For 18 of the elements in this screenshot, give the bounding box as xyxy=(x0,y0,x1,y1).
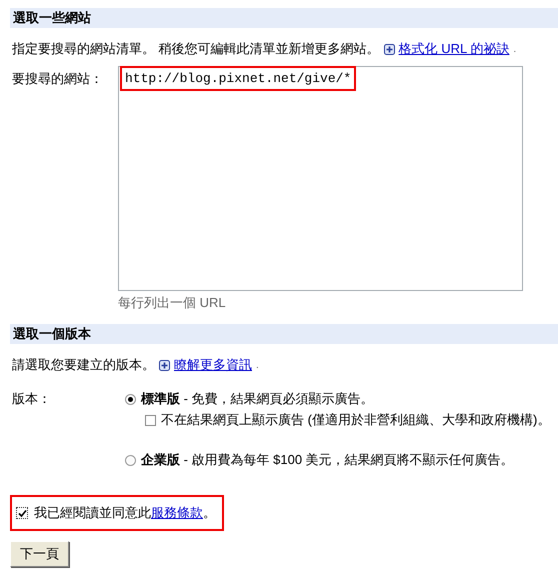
section-header: 選取一些網站 xyxy=(10,8,558,28)
edition-option-text: 企業版 - 啟用費為每年 $100 美元，結果網頁將不顯示任何廣告。 xyxy=(141,451,514,469)
edition-label: 版本： xyxy=(11,390,52,408)
tips-link[interactable]: 格式化 URL 的祕訣 xyxy=(398,40,510,58)
field-label: 要搜尋的網站： xyxy=(11,70,104,88)
hint-text: 每行列出一個 URL xyxy=(118,294,227,312)
learn-more-link[interactable]: 瞭解更多資訊 xyxy=(174,356,252,374)
terms-text: 我已經閱讀並同意此服務條款。 xyxy=(34,504,216,522)
section-header: 選取一個版本 xyxy=(10,324,558,344)
terms-link[interactable]: 服務條款 xyxy=(151,505,203,520)
checkbox-label: 不在結果網頁上顯示廣告 (僅適用於非營利組織、大學和政府機構)。 xyxy=(161,411,550,429)
edition-option-text: 標準版 - 免費，結果網頁必須顯示廣告。 xyxy=(141,390,374,408)
next-page-button[interactable]: 下一頁 xyxy=(10,541,69,567)
sites-textarea[interactable]: http://blog.pixnet.net/give/* xyxy=(118,66,523,291)
period-text: . xyxy=(256,360,259,370)
description-text: 請選取您要建立的版本。 xyxy=(12,356,155,374)
period-text: . xyxy=(513,44,516,54)
description-text: 指定要搜尋的網站清單。 稍後您可編輯此清單並新增更多網站。 xyxy=(12,40,380,58)
